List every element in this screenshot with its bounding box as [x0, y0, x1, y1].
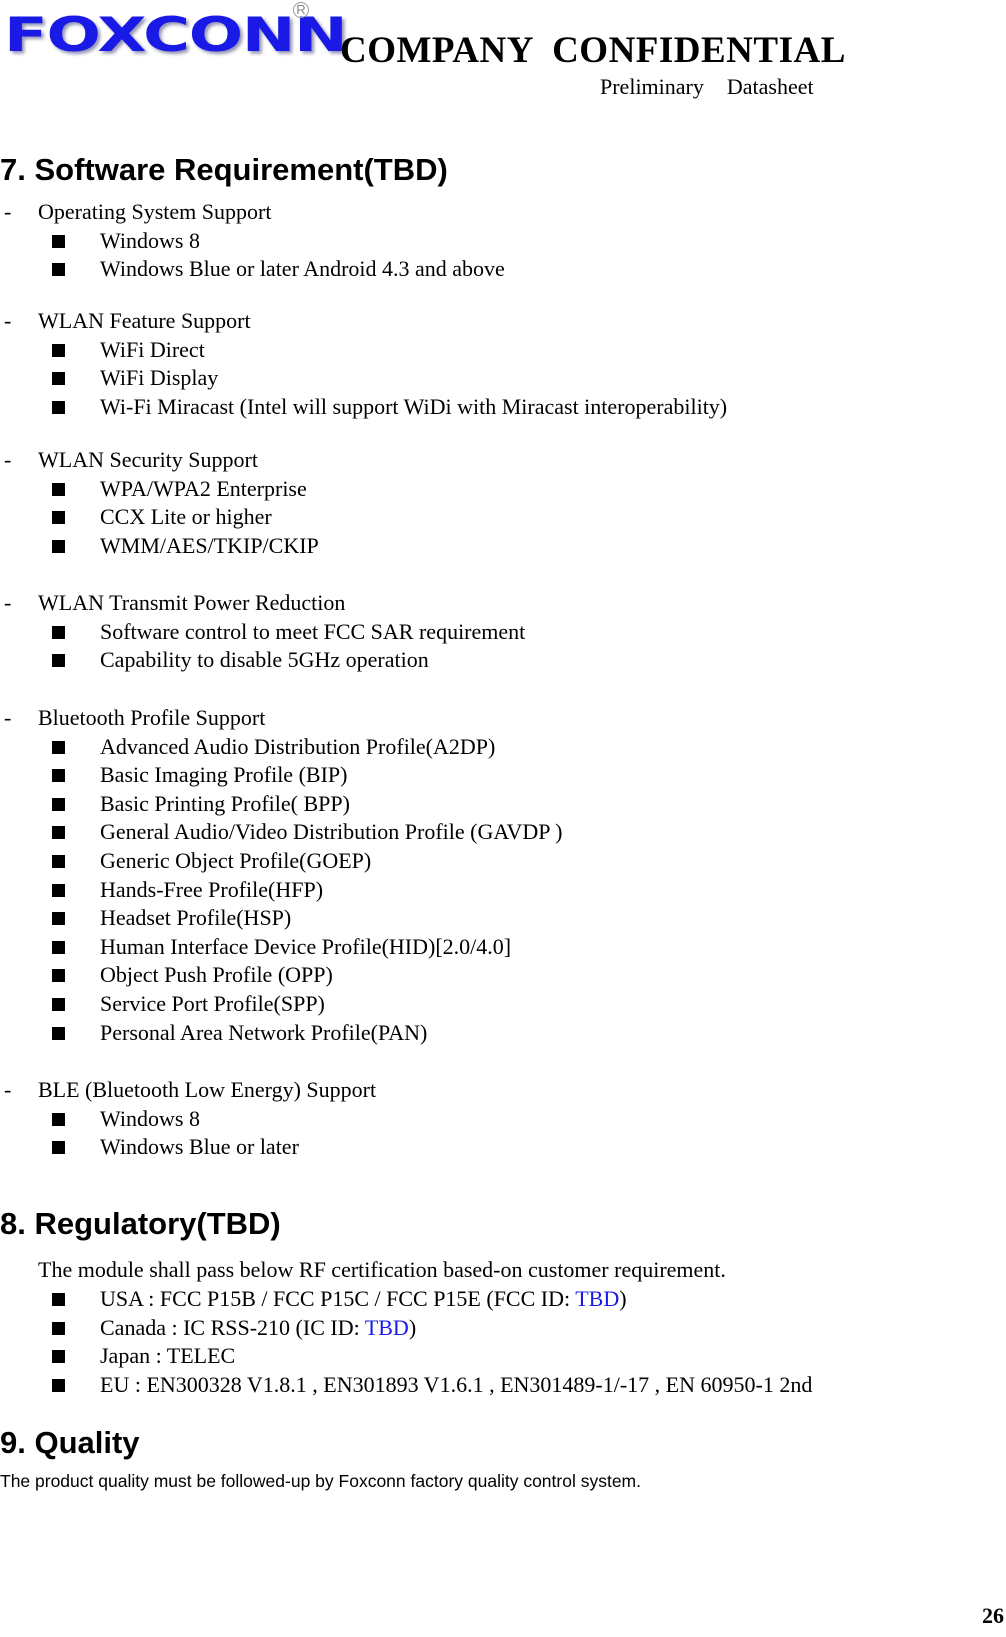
page-number: 26	[982, 1603, 1004, 1628]
bullet-square-icon	[52, 998, 65, 1011]
group-heading: Bluetooth Profile Support	[38, 705, 266, 730]
bullet-square-icon	[52, 1141, 65, 1155]
bullet-square-icon	[52, 797, 65, 811]
list-item: Headset Profile(HSP)	[100, 905, 292, 931]
certification-text: Canada : IC RSS-210 (IC ID:	[100, 1314, 365, 1340]
bullet-square-icon	[52, 625, 65, 639]
list-item: General Audio/Video Distribution Profile…	[100, 819, 563, 845]
list-item: Windows Blue or later Android 4.3 and ab…	[100, 256, 505, 282]
section-8-title: 8. Regulatory(TBD)	[0, 1206, 281, 1241]
list-item: WiFi Display	[100, 365, 219, 391]
bullet-square-icon	[52, 769, 65, 783]
bullet-square-icon	[52, 343, 65, 357]
list-item: Hands-Free Profile(HFP)	[100, 876, 324, 902]
bullet-square-icon	[52, 400, 65, 414]
group-dash: -	[4, 308, 12, 333]
group-dash: -	[4, 199, 12, 224]
list-item: Human Interface Device Profile(HID)[2.0/…	[100, 933, 512, 959]
group-heading: BLE (Bluetooth Low Energy) Support	[38, 1077, 377, 1102]
bullet-square-icon	[52, 539, 65, 553]
tbd-highlight: TBD	[575, 1286, 620, 1311]
list-item: Generic Object Profile(GOEP)	[100, 848, 372, 873]
list-item: Software control to meet FCC SAR require…	[100, 618, 526, 644]
list-item: Object Push Profile (OPP)	[100, 962, 333, 988]
list-item: Service Port Profile(SPP)	[100, 991, 325, 1016]
confidential-label: COMPANY CONFIDENTIAL	[340, 30, 846, 71]
section-9-title: 9. Quality	[0, 1425, 140, 1460]
list-item: Personal Area Network Profile(PAN)	[100, 1019, 428, 1045]
list-item: Windows Blue or later	[100, 1134, 299, 1160]
list-item: Capability to disable 5GHz operation	[100, 647, 429, 673]
certification-item: EU : EN300328 V1.8.1 , EN301893 V1.6.1 ,…	[100, 1372, 812, 1398]
bullet-square-icon	[52, 1293, 65, 1306]
bullet-square-icon	[52, 263, 65, 277]
group-dash: -	[4, 705, 12, 730]
document-subtitle: Preliminary Datasheet	[600, 74, 814, 99]
certification-suffix: )	[408, 1314, 417, 1340]
list-item: WPA/WPA2 Enterprise	[100, 475, 307, 501]
bullet-square-icon	[52, 883, 65, 897]
section-7-title: 7. Software Requirement(TBD)	[0, 152, 448, 187]
certification-item: Canada : IC RSS-210 (IC ID: TBD)	[100, 1315, 416, 1341]
list-item: Windows 8	[100, 227, 200, 253]
bullet-square-icon	[52, 940, 65, 954]
group-heading: WLAN Transmit Power Reduction	[38, 590, 346, 615]
bullet-square-icon	[52, 969, 65, 983]
bullet-square-icon	[52, 912, 65, 926]
certification-item: Japan : TELEC	[100, 1343, 235, 1369]
group-heading: WLAN Security Support	[38, 447, 258, 472]
bullet-square-icon	[52, 1378, 65, 1392]
section-9-body: The product quality must be followed-up …	[0, 1471, 641, 1491]
bullet-square-icon	[52, 511, 65, 525]
bullet-square-icon	[52, 1350, 65, 1364]
registered-mark-icon: R	[293, 2, 309, 18]
certification-text: USA : FCC P15B / FCC P15C / FCC P15E (FC…	[100, 1286, 576, 1311]
list-item: Wi-Fi Miracast (Intel will support WiDi …	[100, 393, 728, 419]
bullet-square-icon	[52, 654, 65, 668]
bullet-square-icon	[52, 234, 65, 248]
foxconn-logo: FOXCONN	[4, 8, 348, 68]
list-item: Windows 8	[100, 1105, 200, 1131]
certification-text: Japan : TELEC	[100, 1343, 236, 1369]
certification-suffix: )	[619, 1286, 627, 1311]
list-item: CCX Lite or higher	[100, 504, 272, 530]
bullet-square-icon	[52, 1112, 65, 1126]
bullet-square-icon	[52, 372, 65, 386]
bullet-square-icon	[52, 482, 65, 496]
group-dash: -	[4, 1077, 12, 1102]
certification-item: USA : FCC P15B / FCC P15C / FCC P15E (FC…	[100, 1286, 627, 1312]
list-item: Advanced Audio Distribution Profile(A2DP…	[100, 733, 496, 759]
list-item: WiFi Direct	[100, 336, 205, 362]
certification-text: EU : EN300328 V1.8.1 , EN301893 V1.6.1 ,…	[100, 1371, 813, 1397]
bullet-square-icon	[52, 1026, 65, 1040]
bullet-square-icon	[52, 1321, 65, 1335]
bullet-square-icon	[52, 740, 65, 754]
group-heading: WLAN Feature Support	[38, 308, 251, 333]
section-8-intro: The module shall pass below RF certifica…	[38, 1257, 726, 1282]
tbd-highlight: TBD	[364, 1314, 409, 1340]
group-heading: Operating System Support	[38, 199, 272, 224]
group-dash: -	[4, 447, 12, 472]
list-item: Basic Imaging Profile (BIP)	[100, 762, 348, 788]
group-dash: -	[4, 590, 12, 615]
list-item: WMM/AES/TKIP/CKIP	[100, 532, 319, 558]
bullet-square-icon	[52, 855, 65, 868]
bullet-square-icon	[52, 826, 65, 840]
list-item: Basic Printing Profile( BPP)	[100, 790, 350, 816]
